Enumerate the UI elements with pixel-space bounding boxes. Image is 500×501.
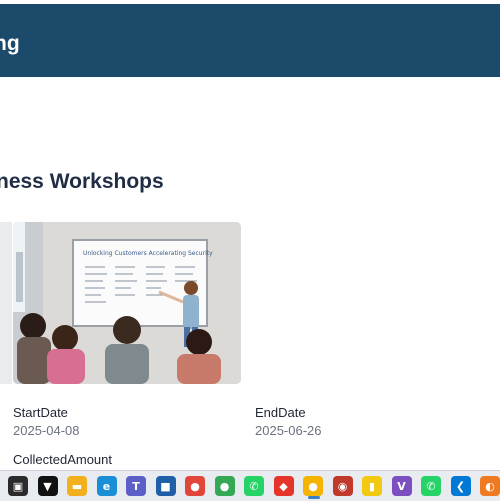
- windows-taskbar: ▣ ▼ ▬ e T ■ ● ● ✆ ◆ ● ◉ ▮ V ✆ ❮ ◐: [0, 470, 500, 501]
- start-date-label: StartDate: [13, 405, 68, 420]
- app-orange-icon[interactable]: ◐: [480, 476, 500, 496]
- chrome-profile-icon[interactable]: ●: [214, 476, 235, 496]
- start-date-value: 2025-04-08: [13, 423, 80, 438]
- vscode-icon[interactable]: ❮: [450, 476, 471, 496]
- app-header: ng: [0, 4, 500, 77]
- store-icon[interactable]: ▼: [37, 476, 58, 496]
- app-title: ng: [0, 32, 20, 55]
- task-view-icon[interactable]: ▣: [8, 476, 28, 496]
- collected-amount-label: CollectedAmount: [13, 452, 112, 467]
- file-explorer-icon[interactable]: ▬: [67, 476, 87, 496]
- whatsapp-icon[interactable]: ✆: [244, 476, 264, 496]
- app-red-icon[interactable]: ◉: [332, 476, 353, 496]
- whiteboard-heading: Unlocking Customers Accelerating Securit…: [83, 250, 213, 257]
- workshop-photo: Unlocking Customers Accelerating Securit…: [13, 222, 241, 384]
- teams-icon[interactable]: T: [126, 476, 146, 496]
- active-app-indicator: [308, 496, 320, 499]
- edge-icon[interactable]: e: [96, 476, 117, 496]
- anydesk-icon[interactable]: ◆: [273, 476, 294, 496]
- chrome-active-icon[interactable]: ●: [303, 476, 323, 496]
- previous-card-edge[interactable]: [0, 222, 12, 384]
- chrome-icon[interactable]: ●: [185, 476, 205, 496]
- app-blue-icon[interactable]: ■: [155, 476, 176, 496]
- page-title: ness Workshops: [0, 170, 164, 193]
- end-date-label: EndDate: [255, 405, 306, 420]
- end-date-value: 2025-06-26: [255, 423, 322, 438]
- vs-icon[interactable]: V: [391, 476, 412, 496]
- power-bi-icon[interactable]: ▮: [362, 476, 382, 496]
- whatsapp-2-icon[interactable]: ✆: [421, 476, 441, 496]
- workshop-image[interactable]: Unlocking Customers Accelerating Securit…: [13, 222, 241, 384]
